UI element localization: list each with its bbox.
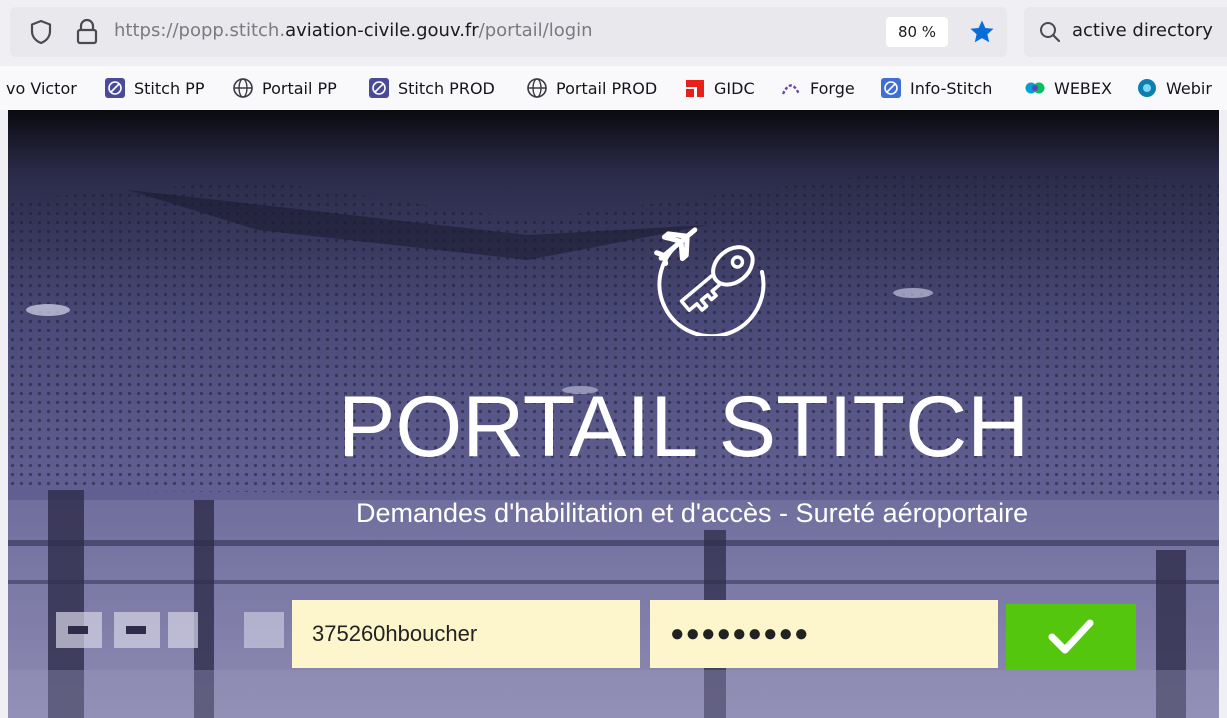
webinar-icon (1138, 79, 1156, 97)
stitch-icon (105, 78, 125, 98)
bookmarks-toolbar: vo Victor Stitch PP Portail PP Stitch PR… (0, 66, 1227, 110)
search-text[interactable]: active directory (1072, 20, 1213, 41)
bookmark-webinar[interactable]: Webir (1136, 76, 1212, 100)
bookmark-label: GIDC (714, 78, 755, 98)
bookmark-label: vo Victor (6, 78, 77, 98)
bookmark-forge[interactable]: Forge (780, 76, 855, 100)
login-submit-button[interactable] (1006, 604, 1136, 670)
bookmark-label: Webir (1166, 78, 1212, 98)
bookmark-label: Portail PP (262, 78, 337, 98)
bookmark-stitch-pp[interactable]: Stitch PP (104, 76, 204, 100)
page-title: PORTAIL STITCH (338, 379, 1030, 475)
stitch-icon (369, 78, 389, 98)
lock-icon[interactable] (74, 18, 100, 46)
search-icon (1040, 22, 1061, 43)
browser-toolbar: https://popp.stitch.aviation-civile.gouv… (0, 0, 1227, 66)
plane-key-icon (654, 227, 766, 336)
bookmark-label: Stitch PP (134, 78, 205, 98)
bookmark-gidc[interactable]: GIDC (684, 76, 755, 100)
password-input[interactable] (650, 600, 998, 668)
bookmark-portail-pp[interactable]: Portail PP (232, 76, 337, 100)
address-bar[interactable]: https://popp.stitch.aviation-civile.gouv… (10, 7, 1007, 57)
zoom-button[interactable]: 80 % (886, 17, 948, 47)
bookmark-info-stitch[interactable]: Info-Stitch (880, 76, 992, 100)
bookmark-stitch-prod[interactable]: Stitch PROD (368, 76, 495, 100)
webex-icon (1025, 82, 1045, 94)
bookmark-label: Stitch PROD (398, 78, 495, 98)
url-domain: aviation-civile.gouv.fr (285, 20, 479, 41)
bookmark-star-icon[interactable] (968, 18, 996, 46)
stitch-icon (881, 78, 901, 98)
url-path: /portail/login (478, 20, 593, 41)
bookmark-label: Portail PROD (556, 78, 658, 98)
globe-icon (527, 78, 547, 98)
shield-icon[interactable] (28, 19, 54, 45)
search-bar[interactable]: active directory (1024, 7, 1227, 57)
bookmark-label: Forge (810, 78, 855, 98)
checkmark-icon (1048, 619, 1094, 654)
bookmark-label: Info-Stitch (910, 78, 993, 98)
page-subtitle: Demandes d'habilitation et d'accès - Sur… (356, 498, 1029, 528)
url-prefix: https://popp.stitch. (114, 20, 286, 41)
gidc-icon (686, 80, 704, 97)
bookmark-portail-prod[interactable]: Portail PROD (526, 76, 657, 100)
globe-icon (233, 78, 253, 98)
username-input[interactable] (292, 600, 640, 668)
bookmark-vo-victor[interactable]: vo Victor (6, 76, 77, 100)
bookmark-label: WEBEX (1054, 78, 1112, 98)
bookmark-webex[interactable]: WEBEX (1024, 76, 1112, 100)
url-text[interactable]: https://popp.stitch.aviation-civile.gouv… (114, 20, 593, 41)
login-page: PORTAIL STITCH Demandes d'habilitation e… (8, 110, 1219, 718)
forge-icon (781, 84, 801, 95)
